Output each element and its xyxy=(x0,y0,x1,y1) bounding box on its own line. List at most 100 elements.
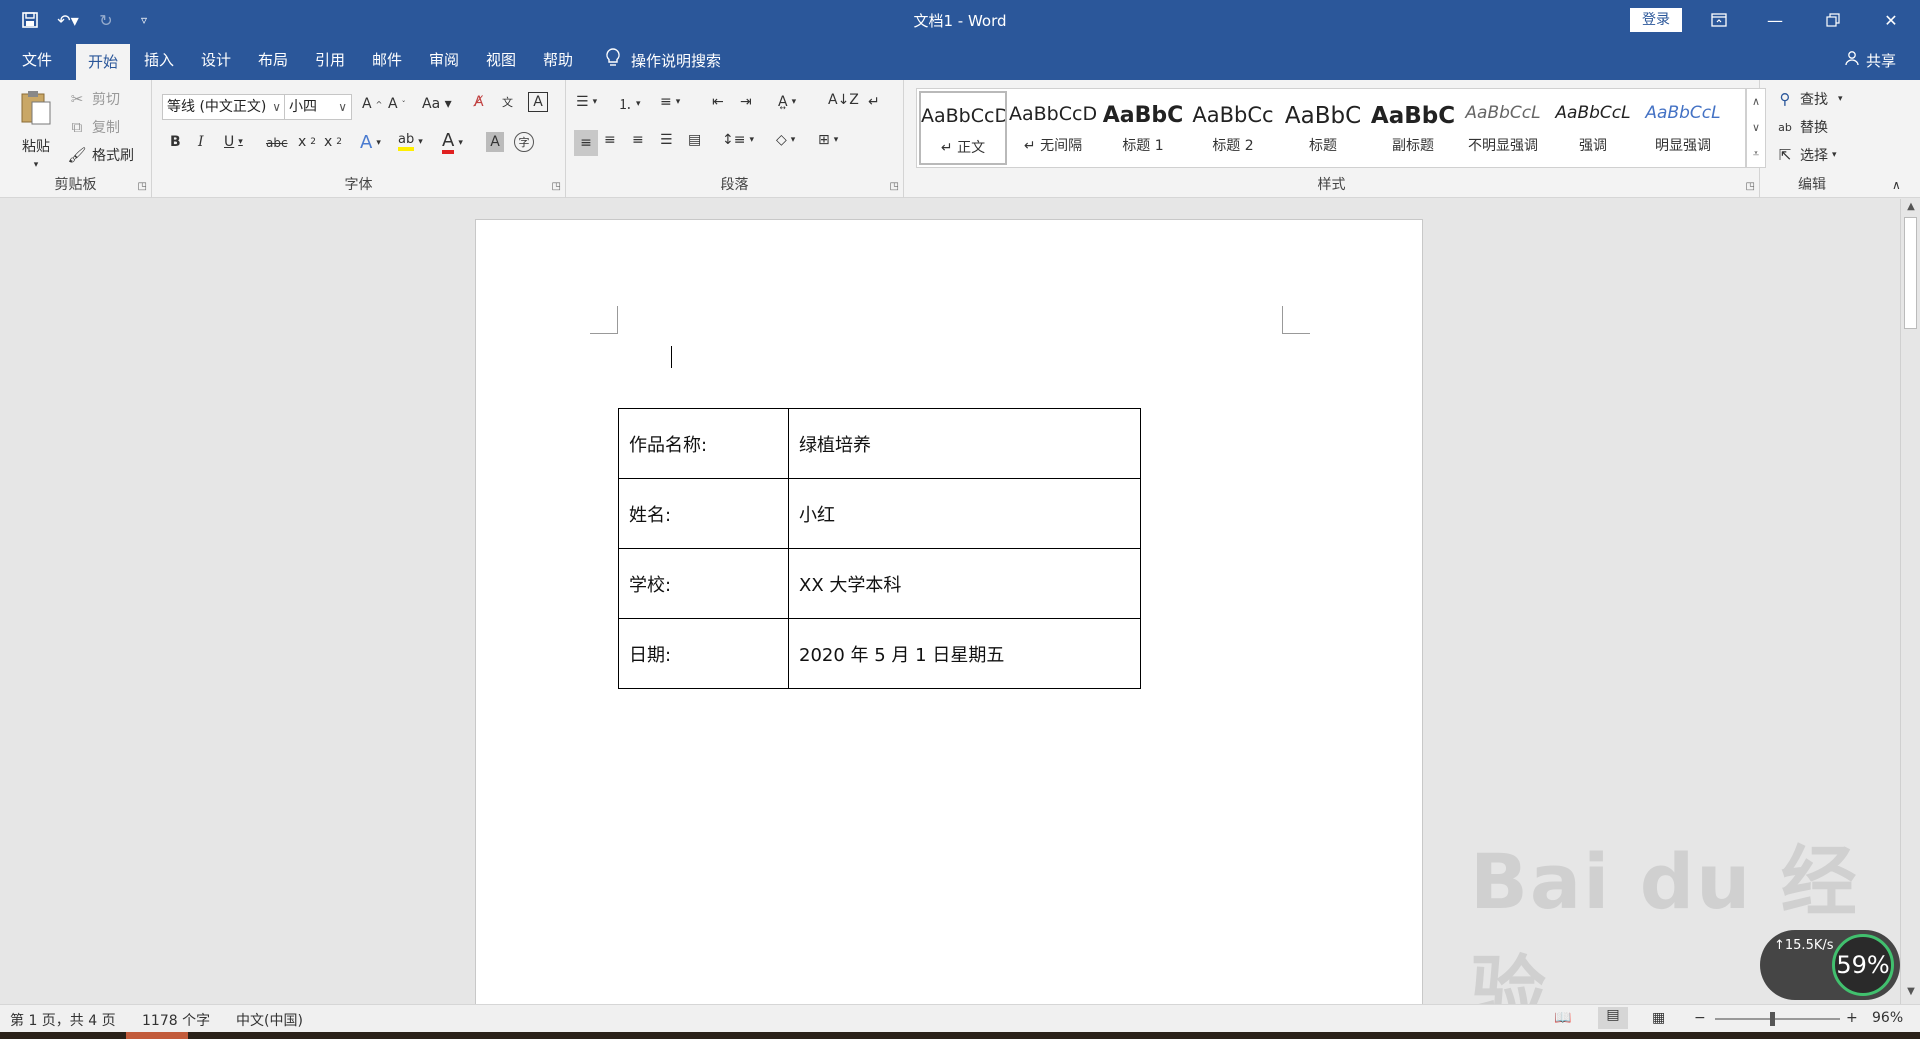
tab-layout[interactable]: 布局 xyxy=(246,40,300,80)
dialog-launcher-icon[interactable]: ◳ xyxy=(890,181,899,192)
find-button[interactable]: ⚲ 查找 ▾ xyxy=(1774,88,1843,110)
shrink-font-icon[interactable]: Aˇ xyxy=(388,96,406,112)
increase-indent-icon[interactable]: ⇥ xyxy=(740,94,752,110)
style-intense-emphasis[interactable]: AaBbCcL 明显强调 xyxy=(1639,91,1727,165)
bold-icon[interactable]: B xyxy=(170,134,181,150)
subscript-icon[interactable]: x2 xyxy=(298,134,316,150)
document-page[interactable]: 作品名称: 绿植培养 姓名: 小红 学校: XX 大学本科 日期: 2020 年… xyxy=(475,219,1423,1019)
style-heading-2[interactable]: AaBbCc 标题 2 xyxy=(1189,91,1277,165)
scrollbar-thumb[interactable] xyxy=(1904,217,1917,329)
paste-dropdown-icon[interactable]: ▾ xyxy=(34,160,39,170)
table-cell-value[interactable]: 绿植培养 xyxy=(788,408,1141,479)
format-painter-button[interactable]: 🖌 格式刷 xyxy=(66,144,134,166)
collapse-ribbon-icon[interactable]: ∧ xyxy=(1892,178,1901,192)
share-button[interactable]: 共享 xyxy=(1844,40,1896,80)
align-center-icon[interactable]: ≡ xyxy=(604,132,616,148)
line-spacing-icon[interactable]: ↕≡ ▾ xyxy=(722,132,754,148)
superscript-icon[interactable]: x2 xyxy=(324,134,342,150)
character-shading-icon[interactable]: A xyxy=(486,132,504,152)
word-count[interactable]: 1178 个字 xyxy=(142,1010,210,1030)
info-table[interactable]: 作品名称: 绿植培养 姓名: 小红 学校: XX 大学本科 日期: 2020 年… xyxy=(618,408,1141,689)
table-cell-key[interactable]: 作品名称: xyxy=(618,408,789,479)
zoom-level[interactable]: 96% xyxy=(1872,1010,1903,1026)
table-cell-key[interactable]: 日期: xyxy=(618,618,789,689)
tab-design[interactable]: 设计 xyxy=(189,40,243,80)
align-right-icon[interactable]: ≡ xyxy=(632,132,644,148)
style-subtitle[interactable]: AaBbC 副标题 xyxy=(1369,91,1457,165)
style-subtle-emphasis[interactable]: AaBbCcL 不明显强调 xyxy=(1459,91,1547,165)
enclose-characters-icon[interactable]: 字 xyxy=(514,132,534,152)
shading-icon[interactable]: ◇ ▾ xyxy=(776,132,795,148)
show-marks-icon[interactable]: ↵ xyxy=(868,94,880,110)
zoom-in-icon[interactable]: + xyxy=(1846,1010,1858,1026)
page-count[interactable]: 第 1 页，共 4 页 xyxy=(10,1010,116,1030)
paste-button[interactable]: 粘贴 ▾ xyxy=(14,88,58,170)
decrease-indent-icon[interactable]: ⇤ xyxy=(712,94,724,110)
font-color-icon[interactable]: A ▾ xyxy=(442,132,463,154)
style-no-spacing[interactable]: AaBbCcDd ↵ 无间隔 xyxy=(1009,91,1097,165)
login-button[interactable]: 登录 xyxy=(1630,8,1682,32)
network-speed-widget[interactable]: ↑15.5K/s 59% xyxy=(1760,930,1900,1000)
font-family-combo[interactable]: 等线 (中文正文) ∨ xyxy=(162,94,286,120)
style-title[interactable]: AaBbC 标题 xyxy=(1279,91,1367,165)
read-mode-icon[interactable]: 📖 xyxy=(1554,1010,1571,1026)
dialog-launcher-icon[interactable]: ◳ xyxy=(138,181,147,192)
tab-review[interactable]: 审阅 xyxy=(417,40,471,80)
zoom-slider-track[interactable] xyxy=(1715,1018,1840,1020)
numbering-icon[interactable]: ⒈ ▾ xyxy=(618,94,641,114)
table-cell-key[interactable]: 姓名: xyxy=(618,478,789,549)
chinese-layout-icon[interactable]: A͍ ▾ xyxy=(778,94,796,110)
chevron-down-icon[interactable]: ∨ xyxy=(1752,121,1760,134)
clear-formatting-icon[interactable]: A̸ xyxy=(474,94,484,110)
zoom-slider-thumb[interactable] xyxy=(1770,1012,1775,1026)
vertical-scrollbar[interactable]: ▲ ▼ xyxy=(1900,199,1920,1004)
align-left-icon[interactable]: ≡ xyxy=(574,130,598,156)
tab-view[interactable]: 视图 xyxy=(474,40,528,80)
replace-button[interactable]: ab 替换 xyxy=(1774,116,1828,138)
dialog-launcher-icon[interactable]: ◳ xyxy=(552,181,561,192)
minimize-icon[interactable]: — xyxy=(1752,0,1798,40)
close-icon[interactable]: ✕ xyxy=(1868,0,1914,40)
language-indicator[interactable]: 中文(中国) xyxy=(236,1010,303,1030)
character-border-icon[interactable]: A xyxy=(528,92,548,112)
distributed-icon[interactable]: ▤ xyxy=(688,132,701,148)
grow-font-icon[interactable]: A ^ xyxy=(362,96,382,112)
scroll-down-icon[interactable]: ▼ xyxy=(1901,986,1920,1002)
bullets-icon[interactable]: ☰ ▾ xyxy=(576,94,597,110)
table-cell-key[interactable]: 学校: xyxy=(618,548,789,619)
tab-home[interactable]: 开始 xyxy=(76,44,130,80)
style-heading-1[interactable]: AaBbC 标题 1 xyxy=(1099,91,1187,165)
ribbon-display-options-icon[interactable] xyxy=(1696,0,1742,40)
scroll-up-icon[interactable]: ▲ xyxy=(1901,201,1920,217)
borders-icon[interactable]: ⊞ ▾ xyxy=(818,132,838,148)
restore-icon[interactable] xyxy=(1810,0,1856,40)
sort-icon[interactable]: A↓Z xyxy=(828,92,859,108)
text-effects-icon[interactable]: A ▾ xyxy=(360,132,381,153)
tab-file[interactable]: 文件 xyxy=(10,40,64,80)
justify-icon[interactable]: ☰ xyxy=(660,132,673,148)
tab-insert[interactable]: 插入 xyxy=(132,40,186,80)
highlight-icon[interactable]: ab ▾ xyxy=(398,132,423,151)
font-size-combo[interactable]: 小四 ∨ xyxy=(284,94,352,120)
table-cell-value[interactable]: 小红 xyxy=(788,478,1141,549)
copy-button[interactable]: ⧉ 复制 xyxy=(66,116,120,138)
tab-references[interactable]: 引用 xyxy=(303,40,357,80)
web-layout-icon[interactable]: ▦ xyxy=(1652,1010,1665,1026)
tab-mailings[interactable]: 邮件 xyxy=(360,40,414,80)
tell-me-search[interactable]: 操作说明搜索 xyxy=(605,40,721,80)
underline-icon[interactable]: U ▾ xyxy=(224,134,243,150)
print-layout-icon[interactable]: ▤ xyxy=(1598,1007,1628,1029)
table-cell-value[interactable]: XX 大学本科 xyxy=(788,548,1141,619)
gallery-more-icon[interactable]: ⩡ xyxy=(1753,147,1759,161)
style-emphasis[interactable]: AaBbCcL 强调 xyxy=(1549,91,1637,165)
zoom-out-icon[interactable]: − xyxy=(1694,1010,1706,1026)
cut-button[interactable]: ✂ 剪切 xyxy=(66,88,120,110)
phonetic-guide-icon[interactable]: 文 xyxy=(502,94,513,110)
chevron-up-icon[interactable]: ∧ xyxy=(1752,95,1760,108)
strikethrough-icon[interactable]: abc xyxy=(266,136,288,150)
dialog-launcher-icon[interactable]: ◳ xyxy=(1746,181,1755,192)
change-case-icon[interactable]: Aa ▾ xyxy=(422,96,452,112)
style-normal[interactable]: AaBbCcDd ↵ 正文 xyxy=(919,91,1007,165)
table-cell-value[interactable]: 2020 年 5 月 1 日星期五 xyxy=(788,618,1141,689)
multilevel-list-icon[interactable]: ≡ ▾ xyxy=(660,94,680,110)
